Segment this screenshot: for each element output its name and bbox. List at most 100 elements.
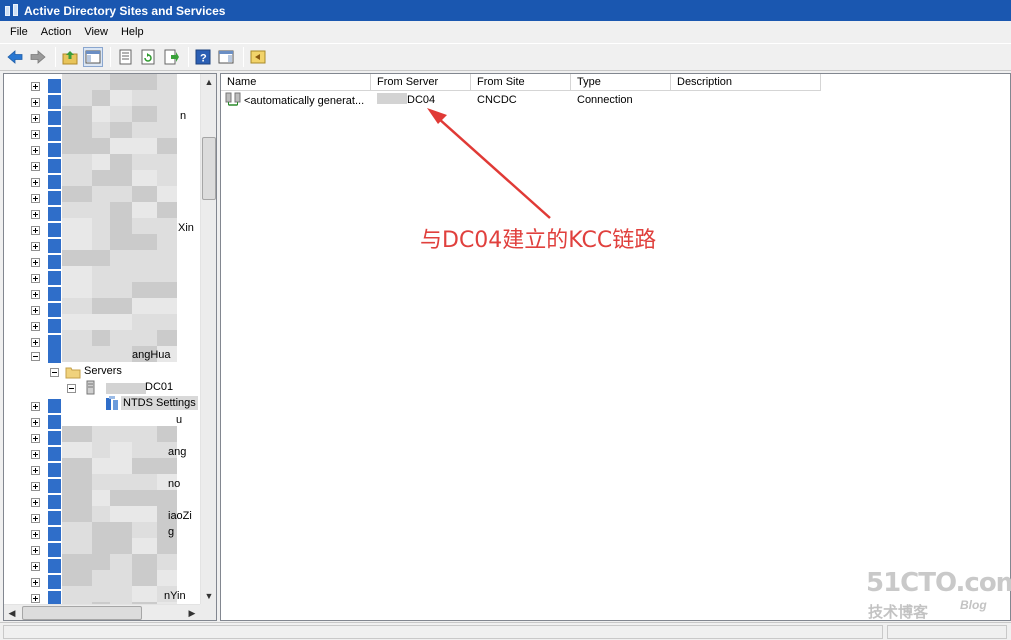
up-folder-icon[interactable]: [60, 47, 80, 67]
menu-view[interactable]: View: [77, 26, 114, 38]
expand-icon[interactable]: [31, 434, 40, 443]
expand-icon[interactable]: [31, 194, 40, 203]
tree-item-site[interactable]: [4, 158, 200, 174]
tree-item-site[interactable]: [4, 334, 200, 350]
expand-icon[interactable]: [31, 242, 40, 251]
tree-item-site[interactable]: [4, 558, 200, 574]
table-row[interactable]: <automatically generat... DC04 CNCDC Con…: [221, 92, 821, 109]
tree-item-site[interactable]: [4, 126, 200, 142]
expand-icon[interactable]: [31, 306, 40, 315]
tree-item-server-dc01[interactable]: DC01: [4, 380, 200, 396]
tree-item-site[interactable]: [4, 414, 200, 430]
refresh-icon[interactable]: [138, 47, 158, 67]
result-list[interactable]: Name From Server From Site Type Descript…: [220, 73, 1011, 621]
run-icon[interactable]: [248, 47, 268, 67]
forward-icon[interactable]: [28, 47, 48, 67]
tree-item-site[interactable]: [4, 446, 200, 462]
tree-item-site[interactable]: [4, 174, 200, 190]
expand-icon[interactable]: [31, 562, 40, 571]
tree-item-site[interactable]: [4, 238, 200, 254]
expand-icon[interactable]: [31, 162, 40, 171]
tree-item-site[interactable]: [4, 222, 200, 238]
scroll-up-icon[interactable]: ▲: [201, 74, 216, 90]
expand-icon[interactable]: [31, 130, 40, 139]
expand-icon[interactable]: [31, 450, 40, 459]
column-header-type[interactable]: Type: [571, 74, 671, 91]
collapse-icon[interactable]: [31, 352, 40, 361]
back-icon[interactable]: [5, 47, 25, 67]
tree-item-site[interactable]: [4, 590, 200, 604]
expand-icon[interactable]: [31, 498, 40, 507]
scroll-down-icon[interactable]: ▼: [201, 588, 216, 604]
scroll-left-icon[interactable]: ◀: [4, 605, 20, 620]
scroll-right-icon[interactable]: ▶: [184, 605, 200, 620]
tree-item-site-expanded[interactable]: angHua: [4, 348, 200, 364]
expand-icon[interactable]: [31, 530, 40, 539]
expand-icon[interactable]: [31, 482, 40, 491]
tree-item-site[interactable]: [4, 398, 200, 414]
tree-item-site[interactable]: [4, 430, 200, 446]
expand-icon[interactable]: [31, 210, 40, 219]
tree-item-site[interactable]: [4, 286, 200, 302]
toolbar-separator: [110, 47, 111, 67]
export-list-icon[interactable]: [161, 47, 181, 67]
tree-item-site[interactable]: [4, 142, 200, 158]
cell-name: <automatically generat...: [221, 92, 371, 109]
expand-icon[interactable]: [31, 418, 40, 427]
menu-help[interactable]: Help: [114, 26, 150, 38]
tree-horizontal-scrollbar[interactable]: ◀ ▶: [4, 604, 200, 620]
tree-item-site[interactable]: [4, 94, 200, 110]
expand-icon[interactable]: [31, 466, 40, 475]
tree-item-site[interactable]: [4, 78, 200, 94]
tree-item-site[interactable]: [4, 270, 200, 286]
tree-item-servers[interactable]: Servers: [4, 364, 200, 380]
tree-item-site[interactable]: [4, 526, 200, 542]
menu-file[interactable]: File: [0, 26, 34, 38]
expand-icon[interactable]: [31, 258, 40, 267]
tree-item-site[interactable]: [4, 318, 200, 334]
tree-item-site[interactable]: [4, 542, 200, 558]
expand-icon[interactable]: [31, 402, 40, 411]
expand-icon[interactable]: [31, 274, 40, 283]
tree-item-site[interactable]: [4, 494, 200, 510]
tree-item-site[interactable]: [4, 478, 200, 494]
tree-item-site[interactable]: [4, 302, 200, 318]
collapse-icon[interactable]: [50, 368, 59, 377]
tree-item-site[interactable]: [4, 462, 200, 478]
tree-item-site[interactable]: [4, 574, 200, 590]
collapse-icon[interactable]: [67, 384, 76, 393]
site-icon: [48, 479, 61, 493]
console-tree[interactable]: n Xin angHua Servers DC01 NTDS Settings …: [3, 73, 217, 621]
expand-icon[interactable]: [31, 146, 40, 155]
expand-icon[interactable]: [31, 594, 40, 603]
status-bar: [0, 622, 1011, 640]
column-header-from-server[interactable]: From Server: [371, 74, 471, 91]
show-hide-console-tree-icon[interactable]: [83, 47, 103, 67]
tree-item-site[interactable]: [4, 190, 200, 206]
expand-icon[interactable]: [31, 578, 40, 587]
expand-icon[interactable]: [31, 114, 40, 123]
properties-icon[interactable]: [115, 47, 135, 67]
tree-item-site[interactable]: [4, 254, 200, 270]
tree-item-site[interactable]: [4, 110, 200, 126]
expand-icon[interactable]: [31, 514, 40, 523]
tree-item-site[interactable]: [4, 510, 200, 526]
scroll-thumb[interactable]: [202, 137, 216, 200]
expand-icon[interactable]: [31, 546, 40, 555]
help-icon[interactable]: ?: [193, 47, 213, 67]
scroll-thumb[interactable]: [22, 606, 142, 620]
column-header-from-site[interactable]: From Site: [471, 74, 571, 91]
expand-icon[interactable]: [31, 290, 40, 299]
show-hide-action-pane-icon[interactable]: [216, 47, 236, 67]
expand-icon[interactable]: [31, 322, 40, 331]
expand-icon[interactable]: [31, 226, 40, 235]
expand-icon[interactable]: [31, 178, 40, 187]
tree-vertical-scrollbar[interactable]: ▲ ▼: [200, 74, 216, 604]
column-header-name[interactable]: Name: [221, 74, 371, 91]
expand-icon[interactable]: [31, 338, 40, 347]
menu-action[interactable]: Action: [34, 26, 78, 38]
expand-icon[interactable]: [31, 98, 40, 107]
column-header-description[interactable]: Description: [671, 74, 821, 91]
tree-item-site[interactable]: [4, 206, 200, 222]
expand-icon[interactable]: [31, 82, 40, 91]
